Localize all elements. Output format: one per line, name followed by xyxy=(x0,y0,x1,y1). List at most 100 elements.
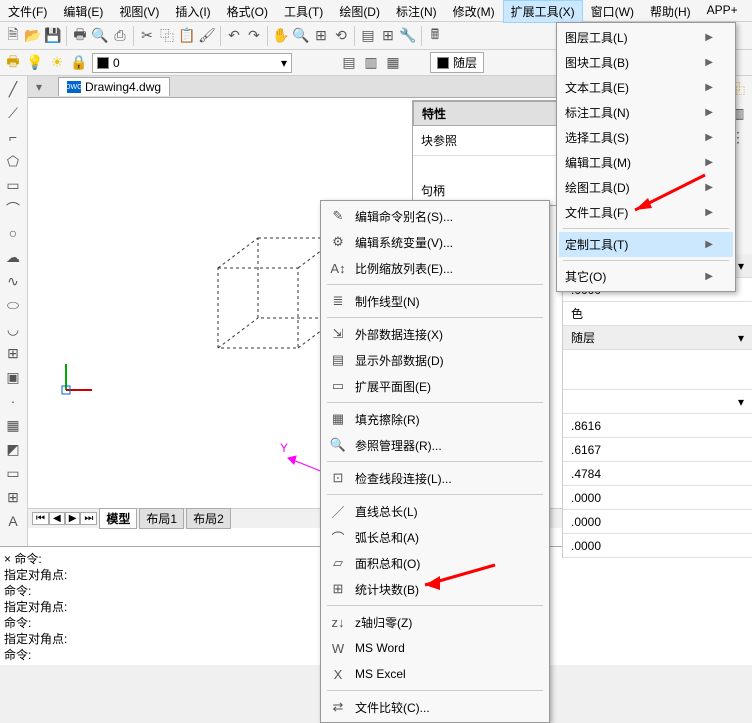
menu-layer-tools[interactable]: 图层工具(L)▶ xyxy=(559,25,733,50)
menu-block-tools[interactable]: 图块工具(B)▶ xyxy=(559,50,733,75)
point-icon[interactable]: · xyxy=(2,390,24,412)
menu-modify[interactable]: 修改(M) xyxy=(445,0,503,23)
cut-icon[interactable]: ✂ xyxy=(138,27,156,45)
menu-extensions[interactable]: 扩展工具(X) xyxy=(503,0,583,23)
zoomwin-icon[interactable]: ⊞ xyxy=(312,27,330,45)
menu-window[interactable]: 窗口(W) xyxy=(583,0,642,23)
custom-tool-item[interactable]: ⌒弧长总和(A) xyxy=(323,524,547,550)
custom-tool-item[interactable]: 🔍参照管理器(R)... xyxy=(323,432,547,458)
layer-manager-icon[interactable]: 🖶 xyxy=(4,54,22,72)
tab-first-icon[interactable]: ⏮ xyxy=(32,512,49,525)
menu-edit[interactable]: 编辑(E) xyxy=(55,0,111,23)
menu-tools[interactable]: 工具(T) xyxy=(276,0,331,23)
custom-tool-item[interactable]: ⇄文件比较(C)... xyxy=(323,694,547,720)
insert-icon[interactable]: ⊞ xyxy=(2,342,24,364)
menu-text-tools[interactable]: 文本工具(E)▶ xyxy=(559,75,733,100)
copy-icon[interactable]: ⿻ xyxy=(158,27,176,45)
spline-icon[interactable]: ∿ xyxy=(2,270,24,292)
circle-icon[interactable]: ○ xyxy=(2,222,24,244)
layerstate-icon[interactable]: ▤ xyxy=(340,54,358,72)
custom-tool-item[interactable]: ⚙编辑系统变量(V)... xyxy=(323,229,547,255)
gradient-icon[interactable]: ◩ xyxy=(2,438,24,460)
pg-color[interactable]: 色 xyxy=(563,302,752,326)
custom-tool-item[interactable]: ▦填充擦除(R) xyxy=(323,406,547,432)
menu-other[interactable]: 其它(O)▶ xyxy=(559,264,733,289)
menu-dimension[interactable]: 标注(N) xyxy=(388,0,445,23)
block-icon[interactable]: ▣ xyxy=(2,366,24,388)
region-icon[interactable]: ▭ xyxy=(2,462,24,484)
menu-draw[interactable]: 绘图(D) xyxy=(331,0,388,23)
print-icon[interactable]: 🖶 xyxy=(71,27,89,45)
custom-tool-item[interactable]: ⊡检查线段连接(L)... xyxy=(323,465,547,491)
menu-format[interactable]: 格式(O) xyxy=(219,0,276,23)
text-icon[interactable]: A xyxy=(2,510,24,532)
props-icon[interactable]: ▤ xyxy=(359,27,377,45)
menu-insert[interactable]: 插入(I) xyxy=(167,0,218,23)
custom-tool-item[interactable]: ⇲外部数据连接(X) xyxy=(323,321,547,347)
hatch-icon[interactable]: ▦ xyxy=(2,414,24,436)
publish-icon[interactable]: ⎙ xyxy=(111,27,129,45)
layer-bulb-icon[interactable]: 💡 xyxy=(26,54,44,72)
custom-tool-item[interactable]: A↕比例缩放列表(E)... xyxy=(323,255,547,281)
rect-icon[interactable]: ▭ xyxy=(2,174,24,196)
doc-tab-active[interactable]: DWG Drawing4.dwg xyxy=(58,77,170,96)
redo-icon[interactable]: ↷ xyxy=(245,27,263,45)
menu-dim-tools[interactable]: 标注工具(N)▶ xyxy=(559,100,733,125)
layer-sun-icon[interactable]: ☀ xyxy=(48,54,66,72)
pg-v1[interactable]: .8616 xyxy=(563,414,752,438)
custom-tool-item[interactable]: ▤显示外部数据(D) xyxy=(323,347,547,373)
tool-label: 比例缩放列表(E)... xyxy=(355,260,453,277)
tab-model[interactable]: 模型 xyxy=(99,508,137,529)
menu-select-tools[interactable]: 选择工具(S)▶ xyxy=(559,125,733,150)
paste-icon[interactable]: 📋 xyxy=(178,27,196,45)
pg-v2[interactable]: .6167 xyxy=(563,438,752,462)
menu-app[interactable]: APP+ xyxy=(699,0,746,23)
pan-icon[interactable]: ✋ xyxy=(272,27,290,45)
pg-v3[interactable]: .4784 xyxy=(563,462,752,486)
table-icon[interactable]: ⊞ xyxy=(2,486,24,508)
match-icon[interactable]: 🖌 xyxy=(198,27,216,45)
tab-next-icon[interactable]: ▶ xyxy=(65,512,81,525)
tool-icon[interactable]: 🔧 xyxy=(399,27,417,45)
custom-tool-item[interactable]: ≣制作线型(N) xyxy=(323,288,547,314)
tab-layout1[interactable]: 布局1 xyxy=(139,508,184,529)
pg-v6[interactable]: .0000 xyxy=(563,534,752,558)
save-icon[interactable]: 💾 xyxy=(44,27,62,45)
calc-icon[interactable]: 🖩 xyxy=(426,27,444,45)
preview-icon[interactable]: 🔍 xyxy=(91,27,109,45)
undo-icon[interactable]: ↶ xyxy=(225,27,243,45)
custom-tool-item[interactable]: ✎编辑命令别名(S)... xyxy=(323,203,547,229)
new-icon[interactable]: 🗎 xyxy=(4,27,22,45)
custom-tool-item[interactable]: ▭扩展平面图(E) xyxy=(323,373,547,399)
layer-selector[interactable]: 0 ▾ xyxy=(92,53,292,73)
zoomprev-icon[interactable]: ⟲ xyxy=(332,27,350,45)
zoom-icon[interactable]: 🔍 xyxy=(292,27,310,45)
xline-icon[interactable]: ⟋ xyxy=(2,102,24,124)
line-icon[interactable]: ╱ xyxy=(2,78,24,100)
menu-file[interactable]: 文件(F) xyxy=(0,0,55,23)
tab-last-icon[interactable]: ⏭ xyxy=(80,512,97,525)
pg-v5[interactable]: .0000 xyxy=(563,510,752,534)
dc-icon[interactable]: ⊞ xyxy=(379,27,397,45)
polyline-icon[interactable]: ⌐ xyxy=(2,126,24,148)
tab-prev-icon[interactable]: ◀ xyxy=(49,512,65,525)
custom-tool-item[interactable]: ／直线总长(L) xyxy=(323,498,547,524)
custom-tool-item[interactable]: z↓z轴归零(Z) xyxy=(323,609,547,635)
ellipse-icon[interactable]: ⬭ xyxy=(2,294,24,316)
tab-layout2[interactable]: 布局2 xyxy=(186,508,231,529)
layer-lock-icon[interactable]: 🔒 xyxy=(70,54,88,72)
layermore-icon[interactable]: ▦ xyxy=(384,54,402,72)
revcloud-icon[interactable]: ☁ xyxy=(2,246,24,268)
menu-help[interactable]: 帮助(H) xyxy=(642,0,699,23)
polygon-icon[interactable]: ⬠ xyxy=(2,150,24,172)
ellipsearc-icon[interactable]: ◡ xyxy=(2,318,24,340)
menu-view[interactable]: 视图(V) xyxy=(111,0,167,23)
pg-v4[interactable]: .0000 xyxy=(563,486,752,510)
arc-icon[interactable]: ⌒ xyxy=(2,198,24,220)
pg-linetype2[interactable]: 随层▾ xyxy=(563,326,752,350)
pg-dropdown[interactable]: ▾ xyxy=(563,390,752,414)
custom-tool-item[interactable]: WMS Word xyxy=(323,635,547,661)
menu-custom-tools[interactable]: 定制工具(T)▶ xyxy=(559,232,733,257)
open-icon[interactable]: 📂 xyxy=(24,27,42,45)
layeriso-icon[interactable]: ▥ xyxy=(362,54,380,72)
